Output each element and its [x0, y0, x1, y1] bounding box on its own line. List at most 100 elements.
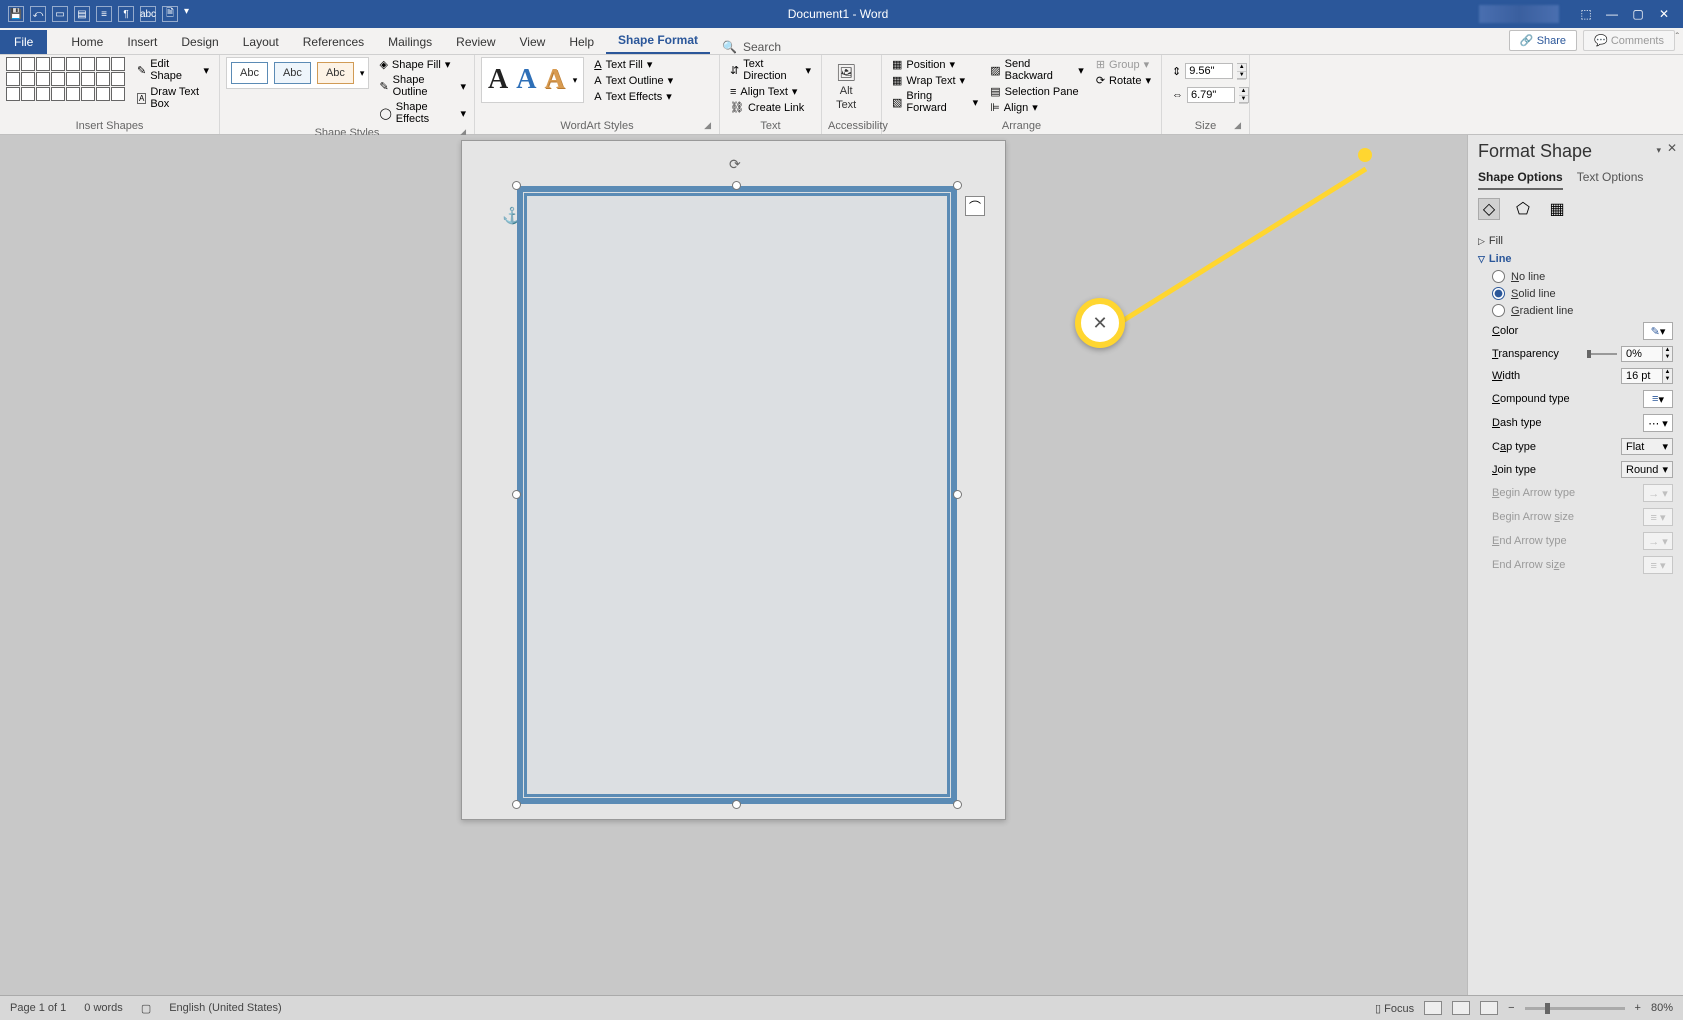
cap-type-dropdown[interactable]: Flat▾	[1621, 438, 1673, 455]
minimize-icon[interactable]: —	[1605, 7, 1619, 21]
solid-line-radio[interactable]	[1492, 287, 1505, 300]
wordart-launcher-icon[interactable]: ◢	[704, 120, 711, 131]
text-fill-button[interactable]: AText Fill ▾	[592, 57, 675, 72]
position-button[interactable]: ▦Position ▾	[888, 57, 982, 72]
zoom-level[interactable]: 80%	[1651, 1002, 1673, 1014]
resize-handle[interactable]	[732, 800, 741, 809]
collapse-ribbon-icon[interactable]: ˆ	[1676, 32, 1679, 43]
layout-properties-icon[interactable]: ▦	[1546, 198, 1568, 220]
tab-home[interactable]: Home	[59, 30, 115, 54]
print-layout-icon[interactable]	[1452, 1001, 1470, 1015]
fill-section-header[interactable]: ▷Fill	[1478, 232, 1673, 250]
tab-design[interactable]: Design	[169, 30, 230, 54]
resize-handle[interactable]	[512, 490, 521, 499]
resize-handle[interactable]	[512, 800, 521, 809]
tab-references[interactable]: References	[291, 30, 376, 54]
pane-close-icon[interactable]: ✕	[1667, 141, 1677, 155]
page-count[interactable]: Page 1 of 1	[10, 1002, 66, 1014]
wordart-gallery[interactable]: A A A ▾	[481, 57, 584, 103]
account-area[interactable]	[1479, 5, 1559, 23]
focus-mode[interactable]: ▯ Focus	[1375, 1002, 1414, 1015]
web-layout-icon[interactable]	[1480, 1001, 1498, 1015]
document-canvas[interactable]: ⚓ ⌒ ⟳	[0, 135, 1467, 995]
tab-help[interactable]: Help	[557, 30, 606, 54]
layout-options-icon[interactable]: ⌒	[965, 196, 985, 216]
fill-line-icon[interactable]: ◇	[1478, 198, 1500, 220]
resize-handle[interactable]	[953, 490, 962, 499]
no-line-radio[interactable]	[1492, 270, 1505, 283]
width-spinner[interactable]: ▲▼	[1239, 87, 1249, 103]
comments-button[interactable]: 💬 Comments	[1583, 30, 1675, 51]
shape-outline-button[interactable]: ✎Shape Outline ▾	[377, 73, 468, 99]
shape-gallery[interactable]	[6, 57, 125, 101]
resize-handle[interactable]	[953, 181, 962, 190]
transparency-spinner[interactable]: ▲▼	[1663, 346, 1673, 362]
size-launcher-icon[interactable]: ◢	[1234, 120, 1241, 131]
width-input[interactable]	[1187, 87, 1235, 103]
new-doc-icon[interactable]: 🗎	[162, 6, 178, 22]
qat-btn[interactable]: abc	[140, 6, 156, 22]
transparency-slider[interactable]	[1587, 353, 1617, 355]
align-text-button[interactable]: ≡Align Text ▾	[726, 84, 815, 99]
tab-file[interactable]: File	[0, 30, 47, 54]
pane-tab-text-options[interactable]: Text Options	[1577, 170, 1644, 190]
line-width-spinner[interactable]: ▲▼	[1663, 368, 1673, 384]
text-direction-button[interactable]: ⇵Text Direction ▾	[726, 57, 815, 83]
height-spinner[interactable]: ▲▼	[1237, 63, 1247, 79]
alt-text-button[interactable]: 🖼 Alt Text	[828, 57, 864, 117]
join-type-dropdown[interactable]: Round▾	[1621, 461, 1673, 478]
ribbon-options-icon[interactable]: ⬚	[1579, 7, 1593, 21]
edit-shape-button[interactable]: ✎Edit Shape ▾	[133, 57, 213, 83]
resize-handle[interactable]	[732, 181, 741, 190]
resize-handle[interactable]	[953, 800, 962, 809]
line-section-header[interactable]: ▽Line	[1478, 250, 1673, 268]
create-link-button[interactable]: ⛓Create Link	[726, 100, 815, 115]
pilcrow-icon[interactable]: ¶	[118, 6, 134, 22]
rotate-button[interactable]: ⟳Rotate ▾	[1092, 73, 1155, 88]
dash-type-dropdown[interactable]: ⋯ ▾	[1643, 414, 1673, 432]
tab-mailings[interactable]: Mailings	[376, 30, 444, 54]
pane-tab-shape-options[interactable]: Shape Options	[1478, 170, 1563, 190]
shape-fill-button[interactable]: ◈Shape Fill ▾	[377, 57, 468, 72]
shape-effects-button[interactable]: ◯Shape Effects ▾	[377, 100, 468, 126]
search-box[interactable]: 🔍 Search	[710, 40, 793, 54]
draw-textbox-button[interactable]: ADraw Text Box	[133, 85, 213, 111]
line-width-input[interactable]: 16 pt	[1621, 368, 1663, 384]
tab-view[interactable]: View	[508, 30, 558, 54]
height-input[interactable]	[1185, 63, 1233, 79]
color-picker[interactable]: ✎ ▾	[1643, 322, 1673, 340]
tab-shape-format[interactable]: Shape Format	[606, 28, 710, 54]
bring-forward-button[interactable]: ▧Bring Forward ▾	[888, 89, 982, 115]
selection-pane-button[interactable]: ▤Selection Pane	[986, 84, 1088, 99]
zoom-out-icon[interactable]: −	[1508, 1002, 1514, 1014]
proofing-icon[interactable]: ▢	[141, 1002, 151, 1015]
text-effects-button[interactable]: AText Effects ▾	[592, 89, 675, 104]
align-button[interactable]: ⊫Align ▾	[986, 100, 1088, 115]
qat-btn[interactable]: ≡	[96, 6, 112, 22]
tab-layout[interactable]: Layout	[231, 30, 291, 54]
qat-more-icon[interactable]: ▾	[184, 6, 189, 22]
tab-insert[interactable]: Insert	[115, 30, 169, 54]
wrap-text-button[interactable]: ▦Wrap Text ▾	[888, 73, 982, 88]
effects-icon[interactable]: ⬠	[1512, 198, 1534, 220]
rotate-handle-icon[interactable]: ⟳	[729, 156, 741, 173]
send-backward-button[interactable]: ▨Send Backward ▾	[986, 57, 1088, 83]
close-icon[interactable]: ✕	[1657, 7, 1671, 21]
text-outline-button[interactable]: AText Outline ▾	[592, 73, 675, 88]
transparency-input[interactable]: 0%	[1621, 346, 1663, 362]
qat-btn[interactable]: ▤	[74, 6, 90, 22]
shape-style-gallery[interactable]: Abc Abc Abc ▾	[226, 57, 369, 89]
qat-btn[interactable]: ▭	[52, 6, 68, 22]
pane-options-icon[interactable]: ▾	[1656, 145, 1661, 156]
resize-handle[interactable]	[512, 181, 521, 190]
gradient-line-radio[interactable]	[1492, 304, 1505, 317]
tab-review[interactable]: Review	[444, 30, 507, 54]
maximize-icon[interactable]: ▢	[1631, 7, 1645, 21]
language[interactable]: English (United States)	[169, 1002, 282, 1014]
group-button[interactable]: ⊞Group ▾	[1092, 57, 1155, 72]
zoom-slider[interactable]	[1525, 1007, 1625, 1010]
selected-shape[interactable]: ⟳	[517, 186, 957, 804]
compound-type-dropdown[interactable]: ≡ ▾	[1643, 390, 1673, 408]
word-count[interactable]: 0 words	[84, 1002, 123, 1014]
save-icon[interactable]: 💾	[8, 6, 24, 22]
